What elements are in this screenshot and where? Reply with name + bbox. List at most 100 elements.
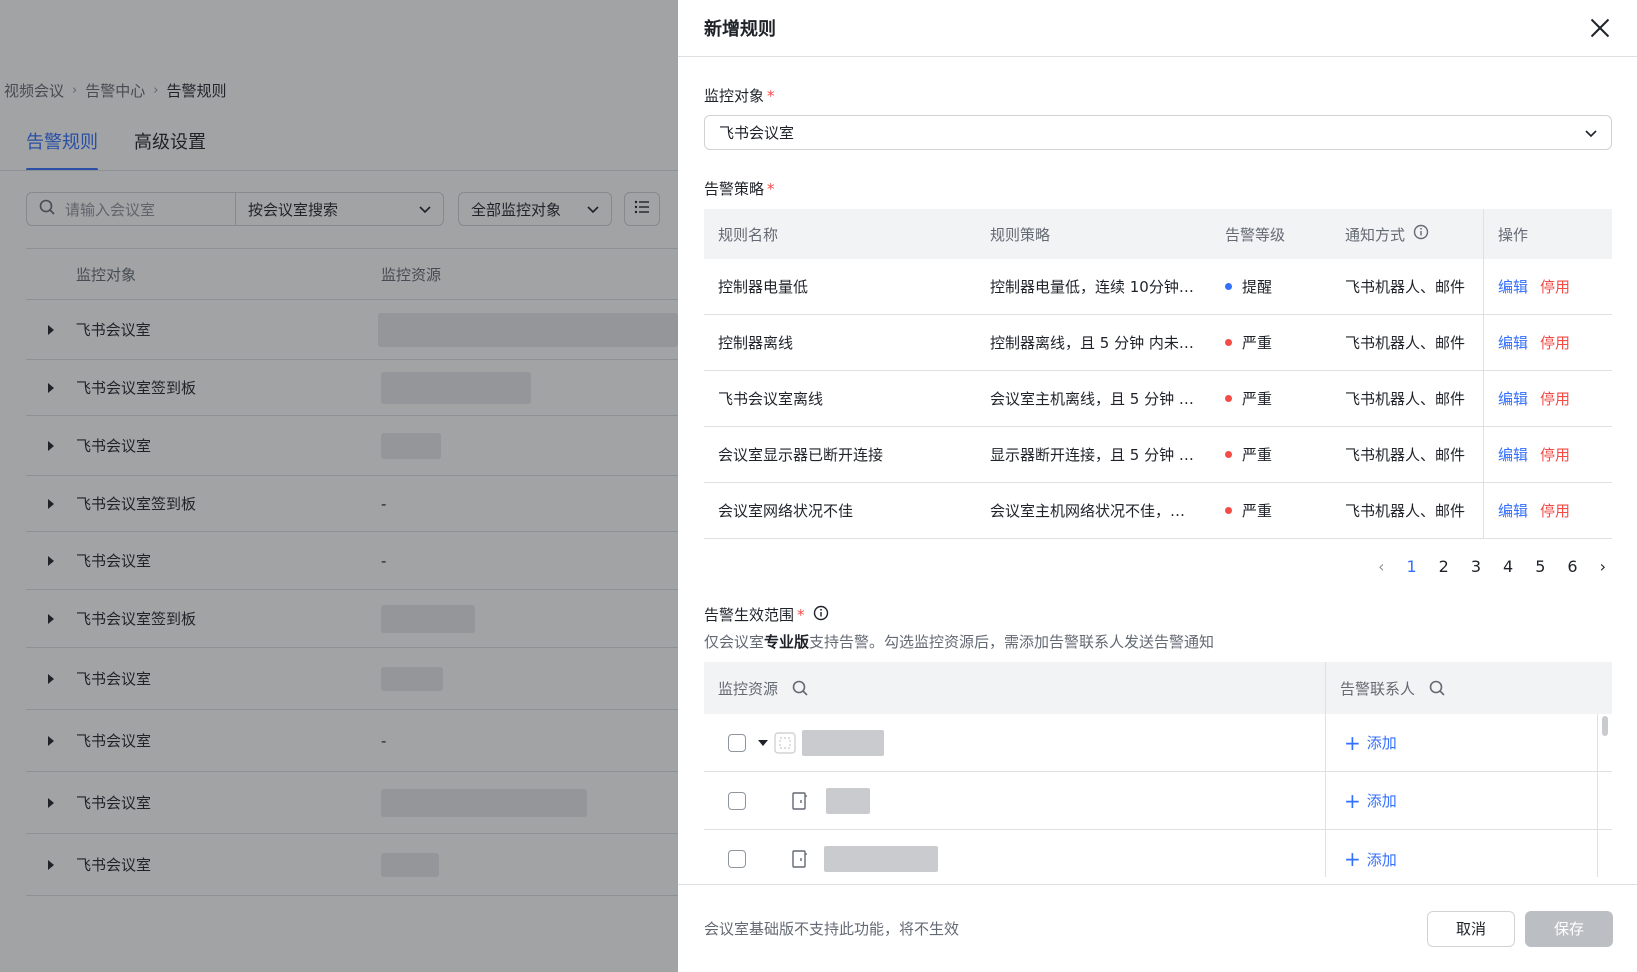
search-icon[interactable] bbox=[792, 680, 808, 696]
column-header-monitor-resource: 监控资源 bbox=[704, 662, 1325, 714]
level-dot bbox=[1225, 339, 1232, 346]
scope-description: 仅会议室专业版支持告警。勾选监控资源后，需添加告警联系人发送告警通知 bbox=[704, 631, 1612, 652]
rule-level: 严重 bbox=[1225, 388, 1345, 409]
door-icon bbox=[792, 791, 808, 810]
scope-desc-post: 支持告警。勾选监控资源后，需添加告警联系人发送告警通知 bbox=[809, 633, 1215, 651]
rule-policy: 控制器电量低，连续 10分钟… bbox=[990, 278, 1194, 296]
level-dot bbox=[1225, 507, 1232, 514]
table-row: 控制器离线 控制器离线，且 5 分钟 内未… 严重 飞书机器人、邮件 编辑 停用 bbox=[704, 315, 1612, 371]
disable-link[interactable]: 停用 bbox=[1540, 444, 1570, 465]
required-mark: * bbox=[797, 605, 805, 624]
table-row: 控制器电量低 控制器电量低，连续 10分钟… 提醒 飞书机器人、邮件 编辑 停用 bbox=[704, 259, 1612, 315]
monitor-object-select[interactable]: 飞书会议室 bbox=[704, 115, 1612, 150]
rule-actions: 编辑 停用 bbox=[1483, 259, 1612, 314]
page-3[interactable]: 3 bbox=[1471, 557, 1481, 576]
rule-notify: 飞书机器人、邮件 bbox=[1345, 446, 1466, 464]
level-text: 严重 bbox=[1242, 446, 1273, 464]
info-icon[interactable] bbox=[1413, 224, 1429, 244]
rules-table-header: 规则名称 规则策略 告警等级 通知方式 操作 bbox=[704, 209, 1612, 259]
rule-level: 严重 bbox=[1225, 332, 1345, 353]
edit-link[interactable]: 编辑 bbox=[1498, 388, 1528, 409]
chevron-down-icon[interactable] bbox=[758, 739, 768, 746]
table-row: 会议室网络状况不佳 会议室主机网络状况不佳，… 严重 飞书机器人、邮件 编辑 停用 bbox=[704, 483, 1612, 539]
required-mark: * bbox=[767, 179, 775, 198]
rule-name: 飞书会议室离线 bbox=[718, 390, 824, 408]
rule-notify: 飞书机器人、邮件 bbox=[1345, 334, 1466, 352]
rule-policy: 控制器离线，且 5 分钟 内未… bbox=[990, 334, 1194, 352]
add-label: 添加 bbox=[1366, 734, 1397, 752]
drawer-body: 监控对象 * 飞书会议室 告警策略 * 规则名称 规则策略 告警等级 通知方式 操作… bbox=[704, 57, 1612, 877]
cancel-button[interactable]: 取消 bbox=[1427, 910, 1515, 947]
rule-name: 控制器离线 bbox=[718, 334, 794, 352]
level-dot bbox=[1225, 451, 1232, 458]
page-2[interactable]: 2 bbox=[1439, 557, 1449, 576]
rule-name: 控制器电量低 bbox=[718, 278, 809, 296]
scroll-track bbox=[1597, 714, 1598, 877]
door-icon bbox=[792, 850, 808, 868]
monitor-object-label-text: 监控对象 bbox=[704, 87, 765, 105]
level-text: 严重 bbox=[1242, 390, 1273, 408]
page-5[interactable]: 5 bbox=[1535, 557, 1545, 576]
disable-link[interactable]: 停用 bbox=[1540, 332, 1570, 353]
rule-level: 提醒 bbox=[1225, 276, 1345, 297]
scope-label: 告警生效范围 * bbox=[704, 604, 1612, 625]
rules-table: 规则名称 规则策略 告警等级 通知方式 操作 控制器电量低 控制器电量低，连续 1… bbox=[704, 209, 1612, 539]
resource-name-placeholder bbox=[824, 846, 938, 872]
add-contact-button[interactable]: + 添加 bbox=[1325, 772, 1595, 829]
edit-link[interactable]: 编辑 bbox=[1498, 500, 1528, 521]
alert-policy-label-text: 告警策略 bbox=[704, 180, 765, 198]
disable-link[interactable]: 停用 bbox=[1540, 388, 1570, 409]
scope-table: 监控资源 告警联系人 + 添加 + 添加 + 添加 bbox=[704, 662, 1612, 877]
disable-link[interactable]: 停用 bbox=[1540, 500, 1570, 521]
page-4[interactable]: 4 bbox=[1503, 557, 1513, 576]
rule-policy: 会议室主机离线，且 5 分钟 … bbox=[990, 390, 1194, 408]
rule-policy: 显示器断开连接，且 5 分钟 … bbox=[990, 446, 1194, 464]
edit-link[interactable]: 编辑 bbox=[1498, 276, 1528, 297]
room-icon bbox=[774, 731, 796, 754]
rule-name: 会议室网络状况不佳 bbox=[718, 502, 854, 520]
new-rule-drawer: 新增规则 监控对象 * 飞书会议室 告警策略 * 规则名称 规则策略 告警等级 通知… bbox=[678, 0, 1637, 972]
resource-checkbox[interactable] bbox=[728, 733, 746, 752]
rule-level: 严重 bbox=[1225, 500, 1345, 521]
drawer-title: 新增规则 bbox=[704, 19, 776, 40]
footer-buttons: 取消 保存 bbox=[1427, 910, 1613, 947]
level-text: 严重 bbox=[1242, 334, 1273, 352]
rule-level: 严重 bbox=[1225, 444, 1345, 465]
rule-policy: 会议室主机网络状况不佳，… bbox=[990, 502, 1186, 520]
add-contact-button[interactable]: + 添加 bbox=[1325, 714, 1595, 771]
page-1[interactable]: 1 bbox=[1406, 557, 1416, 576]
page-6[interactable]: 6 bbox=[1567, 557, 1577, 576]
search-icon[interactable] bbox=[1429, 680, 1445, 696]
table-row: + 添加 bbox=[704, 830, 1612, 877]
rule-actions: 编辑 停用 bbox=[1483, 315, 1612, 370]
chevron-left-icon[interactable]: ‹ bbox=[1378, 557, 1384, 576]
info-icon[interactable] bbox=[813, 605, 829, 625]
add-label: 添加 bbox=[1366, 850, 1397, 869]
level-dot bbox=[1225, 283, 1232, 290]
save-button[interactable]: 保存 bbox=[1525, 910, 1613, 947]
resource-name-placeholder bbox=[802, 729, 884, 756]
rules-table-body: 控制器电量低 控制器电量低，连续 10分钟… 提醒 飞书机器人、邮件 编辑 停用 控制器离线… bbox=[704, 259, 1612, 539]
edit-link[interactable]: 编辑 bbox=[1498, 444, 1528, 465]
column-header-rule-name: 规则名称 bbox=[718, 225, 779, 244]
scope-table-header: 监控资源 告警联系人 bbox=[704, 662, 1612, 714]
scrollbar[interactable] bbox=[1602, 716, 1608, 736]
chevron-right-icon[interactable]: › bbox=[1600, 557, 1606, 576]
drawer-footer: 会议室基础版不支持此功能，将不生效 取消 保存 bbox=[678, 884, 1637, 972]
edit-link[interactable]: 编辑 bbox=[1498, 332, 1528, 353]
modal-mask[interactable] bbox=[0, 0, 678, 972]
resource-checkbox[interactable] bbox=[728, 850, 746, 868]
close-icon[interactable] bbox=[1589, 17, 1611, 39]
rule-actions: 编辑 停用 bbox=[1483, 427, 1612, 482]
resource-checkbox[interactable] bbox=[728, 791, 746, 810]
rule-actions: 编辑 停用 bbox=[1483, 371, 1612, 426]
table-row: + 添加 bbox=[704, 714, 1612, 772]
add-contact-button[interactable]: + 添加 bbox=[1325, 830, 1595, 877]
column-header-rule-policy: 规则策略 bbox=[990, 225, 1051, 244]
rule-actions: 编辑 停用 bbox=[1483, 483, 1612, 538]
column-header-actions: 操作 bbox=[1483, 209, 1612, 259]
disable-link[interactable]: 停用 bbox=[1540, 276, 1570, 297]
footer-note: 会议室基础版不支持此功能，将不生效 bbox=[704, 920, 960, 938]
monitor-object-value: 飞书会议室 bbox=[719, 124, 795, 142]
rule-notify: 飞书机器人、邮件 bbox=[1345, 390, 1466, 408]
